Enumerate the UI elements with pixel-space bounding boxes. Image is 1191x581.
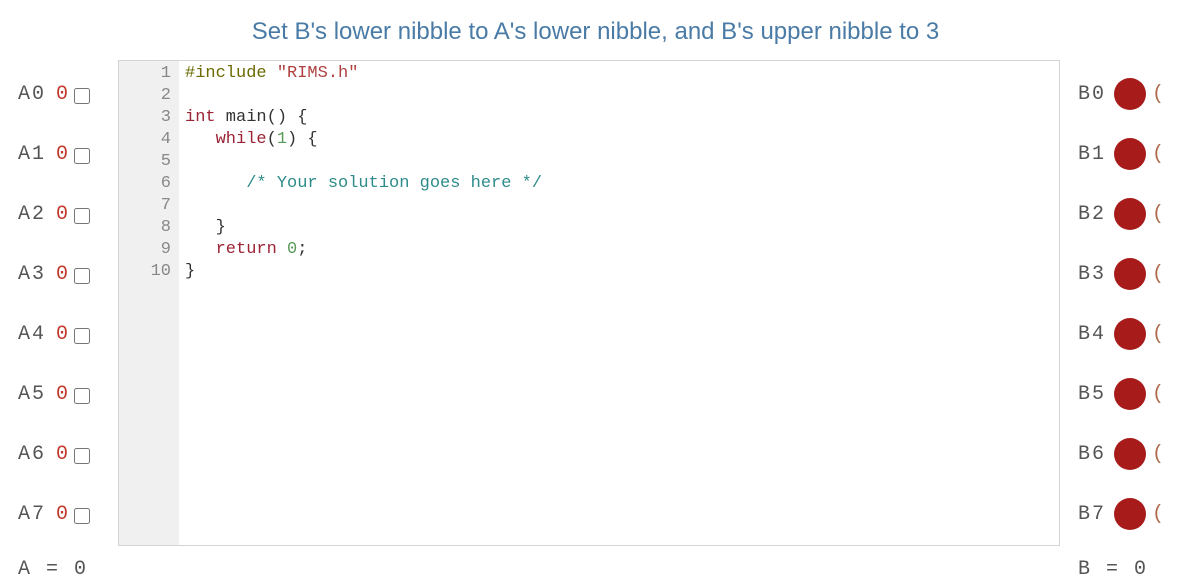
output-summary: B = 0 — [1078, 544, 1190, 581]
input-value: 0 — [56, 83, 68, 106]
line-number-gutter: 1 2 3 4 5 6 7 8 9 10 — [119, 61, 179, 545]
line-number: 6 — [119, 173, 179, 195]
output-label: B1 — [1078, 143, 1106, 166]
led-icon[interactable] — [1114, 318, 1146, 350]
input-label: A2 — [18, 203, 46, 226]
code-editor[interactable]: 1 2 3 4 5 6 7 8 9 10 #include "RIMS.h" i… — [118, 60, 1060, 546]
page-title: Set B's lower nibble to A's lower nibble… — [0, 0, 1191, 60]
input-checkbox-A3[interactable] — [74, 268, 90, 284]
line-number: 5 — [119, 151, 179, 173]
output-extra: ( — [1152, 443, 1164, 466]
code-line: } — [185, 261, 1059, 283]
input-row: A0 0 — [18, 64, 118, 124]
input-summary: A = 0 — [18, 544, 118, 581]
output-extra: ( — [1152, 323, 1164, 346]
code-line: int main() { — [185, 107, 1059, 129]
line-number: 7 — [119, 195, 179, 217]
input-checkbox-A4[interactable] — [74, 328, 90, 344]
output-label: B6 — [1078, 443, 1106, 466]
input-checkbox-A7[interactable] — [74, 508, 90, 524]
line-number: 2 — [119, 85, 179, 107]
code-line: } — [185, 217, 1059, 239]
output-extra: ( — [1152, 263, 1164, 286]
input-row: A3 0 — [18, 244, 118, 304]
input-checkbox-A1[interactable] — [74, 148, 90, 164]
input-value: 0 — [56, 503, 68, 526]
input-label: A7 — [18, 503, 46, 526]
line-number: 4 — [119, 129, 179, 151]
input-label: A0 — [18, 83, 46, 106]
input-row: A2 0 — [18, 184, 118, 244]
output-row: B5 ( — [1078, 364, 1190, 424]
output-extra: ( — [1152, 383, 1164, 406]
input-row: A1 0 — [18, 124, 118, 184]
output-extra: ( — [1152, 83, 1164, 106]
code-line: /* Your solution goes here */ — [185, 173, 1059, 195]
input-row: A6 0 — [18, 424, 118, 484]
output-row: B4 ( — [1078, 304, 1190, 364]
input-checkbox-A6[interactable] — [74, 448, 90, 464]
code-line: #include "RIMS.h" — [185, 63, 1059, 85]
led-icon[interactable] — [1114, 258, 1146, 290]
input-value: 0 — [56, 143, 68, 166]
input-label: A1 — [18, 143, 46, 166]
input-value: 0 — [56, 323, 68, 346]
input-panel: A0 0 A1 0 A2 0 A3 0 A4 0 A5 0 — [0, 60, 118, 581]
code-line — [185, 151, 1059, 173]
output-label: B2 — [1078, 203, 1106, 226]
code-line: return 0; — [185, 239, 1059, 261]
input-value: 0 — [56, 203, 68, 226]
line-number: 1 — [119, 63, 179, 85]
input-label: A4 — [18, 323, 46, 346]
led-icon[interactable] — [1114, 138, 1146, 170]
code-line — [185, 195, 1059, 217]
output-label: B7 — [1078, 503, 1106, 526]
input-checkbox-A2[interactable] — [74, 208, 90, 224]
main-layout: A0 0 A1 0 A2 0 A3 0 A4 0 A5 0 — [0, 60, 1191, 581]
output-label: B3 — [1078, 263, 1106, 286]
code-line: while(1) { — [185, 129, 1059, 151]
output-row: B1 ( — [1078, 124, 1190, 184]
led-icon[interactable] — [1114, 498, 1146, 530]
led-icon[interactable] — [1114, 198, 1146, 230]
input-label: A5 — [18, 383, 46, 406]
line-number: 9 — [119, 239, 179, 261]
output-extra: ( — [1152, 503, 1164, 526]
input-row: A5 0 — [18, 364, 118, 424]
input-checkbox-A5[interactable] — [74, 388, 90, 404]
output-row: B2 ( — [1078, 184, 1190, 244]
output-row: B6 ( — [1078, 424, 1190, 484]
code-content[interactable]: #include "RIMS.h" int main() { while(1) … — [179, 61, 1059, 545]
line-number: 10 — [119, 261, 179, 283]
input-label: A6 — [18, 443, 46, 466]
led-icon[interactable] — [1114, 378, 1146, 410]
output-row: B7 ( — [1078, 484, 1190, 544]
input-row: A4 0 — [18, 304, 118, 364]
led-icon[interactable] — [1114, 438, 1146, 470]
input-value: 0 — [56, 263, 68, 286]
output-label: B5 — [1078, 383, 1106, 406]
input-value: 0 — [56, 443, 68, 466]
input-checkbox-A0[interactable] — [74, 88, 90, 104]
output-label: B4 — [1078, 323, 1106, 346]
input-value: 0 — [56, 383, 68, 406]
output-extra: ( — [1152, 143, 1164, 166]
led-icon[interactable] — [1114, 78, 1146, 110]
input-label: A3 — [18, 263, 46, 286]
line-number: 8 — [119, 217, 179, 239]
line-number: 3 — [119, 107, 179, 129]
output-panel: B0 ( B1 ( B2 ( B3 ( B4 ( B5 ( — [1060, 60, 1190, 581]
output-row: B0 ( — [1078, 64, 1190, 124]
code-line — [185, 85, 1059, 107]
input-row: A7 0 — [18, 484, 118, 544]
output-extra: ( — [1152, 203, 1164, 226]
output-row: B3 ( — [1078, 244, 1190, 304]
output-label: B0 — [1078, 83, 1106, 106]
